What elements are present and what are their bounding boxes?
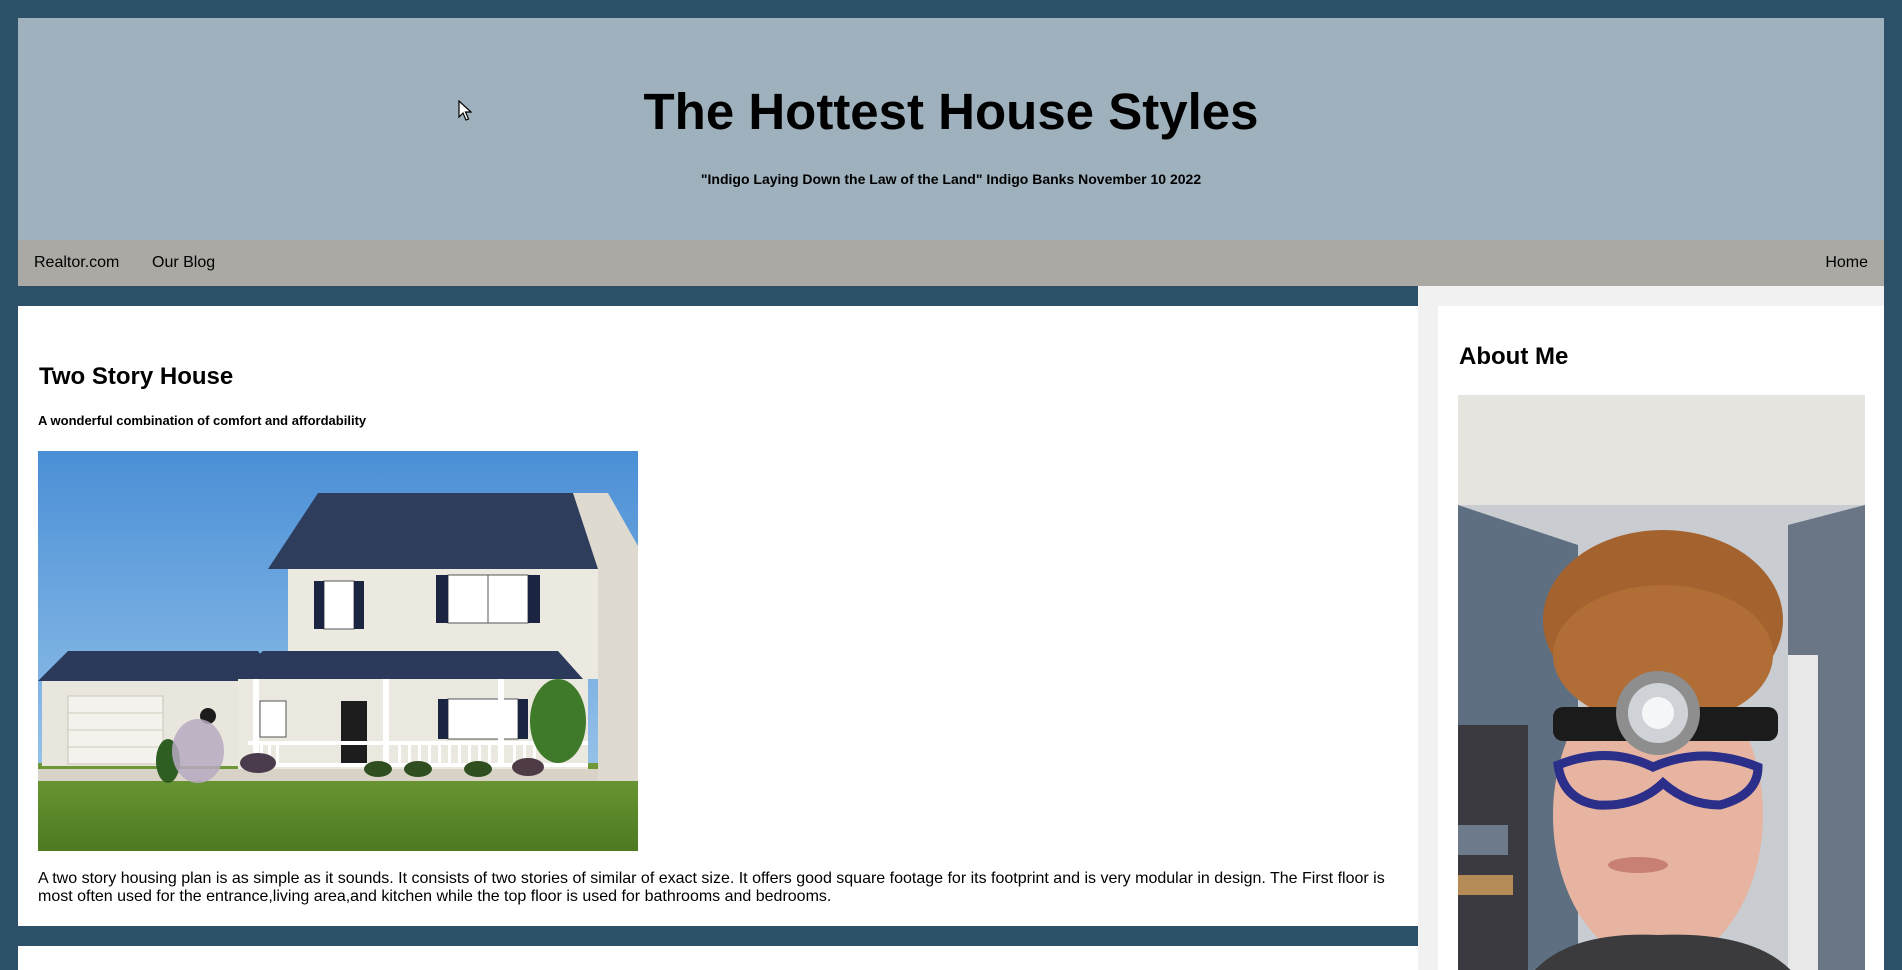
mouse-pointer-icon — [458, 100, 472, 121]
site-subtitle: "Indigo Laying Down the Law of the Land"… — [700, 171, 1202, 187]
next-post-card — [18, 946, 1418, 970]
nav-link-our-blog[interactable]: Our Blog — [136, 240, 231, 286]
top-navbar: Realtor.com Our Blog Home — [18, 240, 1884, 286]
post-body: A two story housing plan is as simple as… — [38, 870, 1385, 905]
site-title: The Hottest House Styles — [643, 83, 1259, 140]
nav-link-home[interactable]: Home — [1809, 240, 1884, 286]
about-me-card: About Me — [1438, 306, 1884, 970]
page-frame: The Hottest House Styles "Indigo Laying … — [18, 18, 1884, 970]
two-story-house-image — [38, 451, 638, 851]
post-title: Two Story House — [39, 363, 234, 390]
sidebar: About Me — [1418, 286, 1884, 970]
nav-link-realtor[interactable]: Realtor.com — [18, 240, 135, 286]
main-column: Two Story House A wonderful combination … — [18, 286, 1418, 970]
profile-photo — [1458, 395, 1865, 970]
about-me-title: About Me — [1459, 343, 1569, 370]
post-card: Two Story House A wonderful combination … — [18, 306, 1418, 926]
post-subtitle: A wonderful combination of comfort and a… — [38, 413, 367, 428]
site-header: The Hottest House Styles "Indigo Laying … — [18, 18, 1884, 240]
